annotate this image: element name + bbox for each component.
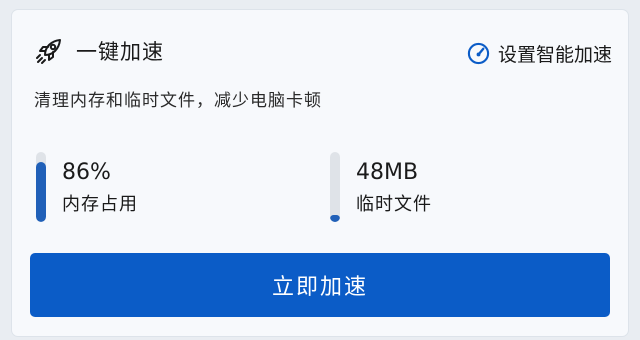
memory-usage-metric: 86% 内存占用 bbox=[36, 152, 138, 222]
quick-boost-card: 一键加速 设置智能加速 清理内存和临时文件，减少电脑卡顿 86% 内存占用 48… bbox=[12, 10, 628, 336]
memory-usage-label: 内存占用 bbox=[62, 194, 138, 215]
rocket-icon bbox=[34, 36, 64, 66]
memory-usage-bar bbox=[36, 152, 46, 222]
temp-files-metric: 48MB 临时文件 bbox=[330, 152, 432, 222]
card-description: 清理内存和临时文件，减少电脑卡顿 bbox=[34, 91, 322, 111]
temp-files-label: 临时文件 bbox=[356, 194, 432, 215]
temp-files-value: 48MB bbox=[356, 160, 419, 185]
card-header: 一键加速 bbox=[34, 36, 164, 66]
temp-files-bar bbox=[330, 152, 340, 222]
smart-boost-settings-link[interactable]: 设置智能加速 bbox=[467, 40, 612, 67]
temp-files-bar-fill bbox=[330, 215, 340, 222]
card-title: 一键加速 bbox=[76, 40, 164, 64]
memory-usage-bar-fill bbox=[36, 161, 46, 222]
settings-label: 设置智能加速 bbox=[497, 44, 612, 66]
memory-usage-value: 86% bbox=[62, 160, 111, 185]
boost-now-button[interactable]: 立即加速 bbox=[30, 253, 610, 317]
speedometer-icon bbox=[467, 42, 490, 65]
